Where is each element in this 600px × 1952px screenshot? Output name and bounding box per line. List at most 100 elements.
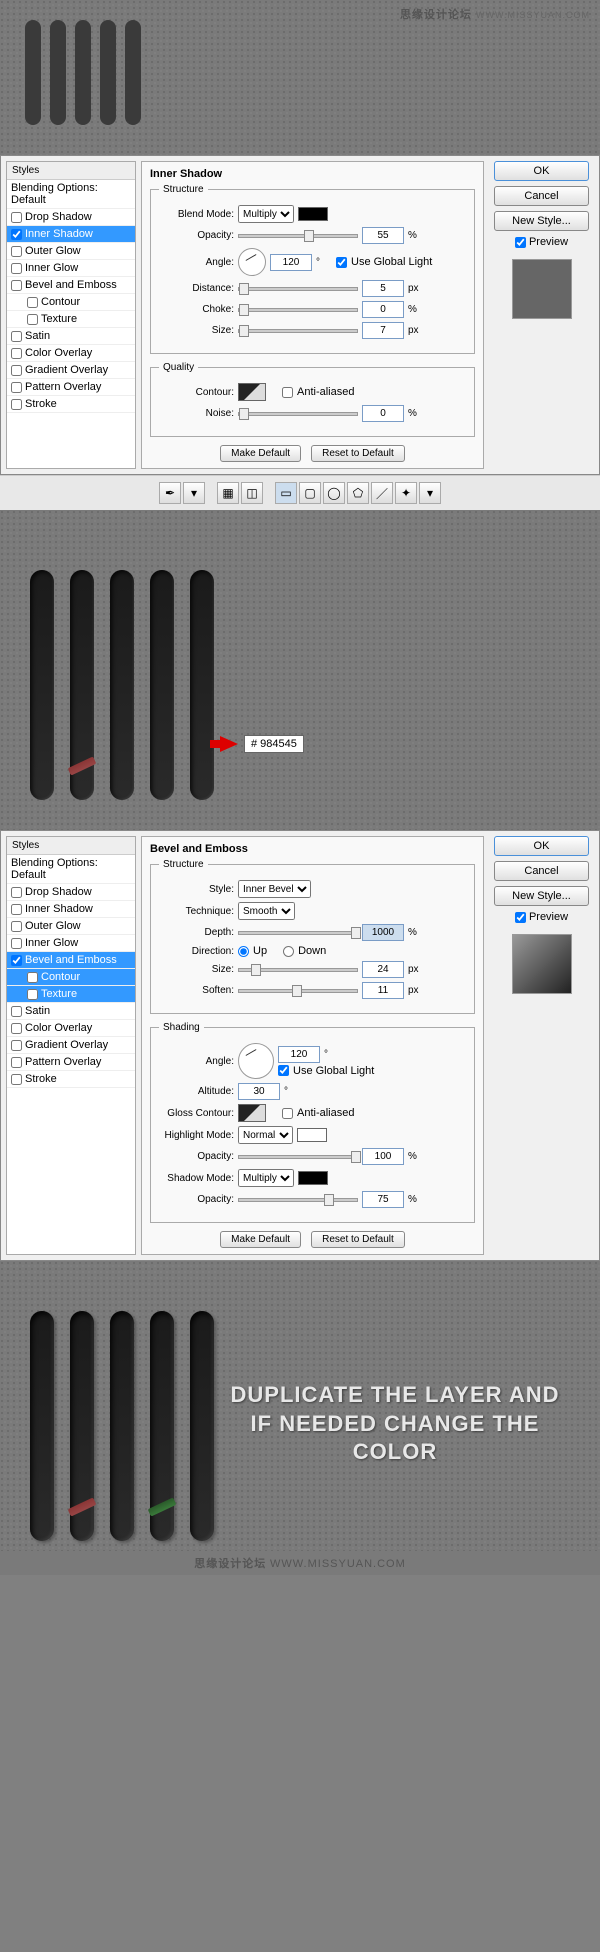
- global-light-check-2[interactable]: [278, 1065, 289, 1076]
- style-color-overlay-2[interactable]: Color Overlay: [7, 1020, 135, 1037]
- shading-angle-input[interactable]: [278, 1046, 320, 1063]
- choke-input[interactable]: [362, 301, 404, 318]
- shading-angle-dial[interactable]: [238, 1043, 274, 1079]
- satin-check[interactable]: [11, 331, 22, 342]
- gloss-antialiased-check[interactable]: [282, 1108, 293, 1119]
- bevel-style-select[interactable]: Inner Bevel: [238, 880, 311, 898]
- style-pattern-overlay[interactable]: Pattern Overlay: [7, 379, 135, 396]
- preview-check[interactable]: [515, 237, 526, 248]
- style-outer-glow[interactable]: Outer Glow: [7, 243, 135, 260]
- blending-options-2[interactable]: Blending Options: Default: [7, 855, 135, 884]
- style-contour-2[interactable]: Contour: [7, 969, 135, 986]
- pen-tool-icon[interactable]: ✒: [159, 482, 181, 504]
- shadow-mode-select[interactable]: Multiply: [238, 1169, 294, 1187]
- direction-down-radio[interactable]: [283, 946, 294, 957]
- highlight-color-swatch[interactable]: [297, 1128, 327, 1142]
- distance-slider[interactable]: [238, 287, 358, 291]
- style-texture[interactable]: Texture: [7, 311, 135, 328]
- drop-shadow-check[interactable]: [11, 212, 22, 223]
- ok-button-2[interactable]: OK: [494, 836, 589, 856]
- depth-slider[interactable]: [238, 931, 358, 935]
- shadow-opacity-slider[interactable]: [238, 1198, 358, 1202]
- size-input[interactable]: [362, 322, 404, 339]
- noise-input[interactable]: [362, 405, 404, 422]
- choke-slider[interactable]: [238, 308, 358, 312]
- cancel-button-2[interactable]: Cancel: [494, 861, 589, 881]
- style-stroke[interactable]: Stroke: [7, 396, 135, 413]
- technique-select[interactable]: Smooth: [238, 902, 295, 920]
- style-stroke-2[interactable]: Stroke: [7, 1071, 135, 1088]
- style-satin[interactable]: Satin: [7, 328, 135, 345]
- line-icon[interactable]: ／: [371, 482, 393, 504]
- contour-picker[interactable]: [238, 383, 266, 401]
- texture-check[interactable]: [27, 314, 38, 325]
- style-inner-glow[interactable]: Inner Glow: [7, 260, 135, 277]
- soften-slider[interactable]: [238, 989, 358, 993]
- stroke-check[interactable]: [11, 399, 22, 410]
- distance-input[interactable]: [362, 280, 404, 297]
- gloss-contour-picker[interactable]: [238, 1104, 266, 1122]
- style-color-overlay[interactable]: Color Overlay: [7, 345, 135, 362]
- custom-shape-icon[interactable]: ✦: [395, 482, 417, 504]
- rounded-rect-icon[interactable]: ▢: [299, 482, 321, 504]
- cancel-button[interactable]: Cancel: [494, 186, 589, 206]
- rectangle-icon[interactable]: ▭: [275, 482, 297, 504]
- new-style-button[interactable]: New Style...: [494, 211, 589, 231]
- shadow-color-swatch-2[interactable]: [298, 1171, 328, 1185]
- reset-default-button-2[interactable]: Reset to Default: [311, 1231, 405, 1248]
- global-light-check[interactable]: [336, 257, 347, 268]
- blend-mode-select[interactable]: Multiply: [238, 205, 294, 223]
- direction-up-radio[interactable]: [238, 946, 249, 957]
- paths-icon[interactable]: ◫: [241, 482, 263, 504]
- style-drop-shadow-2[interactable]: Drop Shadow: [7, 884, 135, 901]
- shadow-color-swatch[interactable]: [298, 207, 328, 221]
- style-inner-glow-2[interactable]: Inner Glow: [7, 935, 135, 952]
- blending-options[interactable]: Blending Options: Default: [7, 180, 135, 209]
- outer-glow-check[interactable]: [11, 246, 22, 257]
- altitude-input[interactable]: [238, 1083, 280, 1100]
- contour-check[interactable]: [27, 297, 38, 308]
- ok-button[interactable]: OK: [494, 161, 589, 181]
- style-outer-glow-2[interactable]: Outer Glow: [7, 918, 135, 935]
- style-inner-shadow[interactable]: Inner Shadow: [7, 226, 135, 243]
- bevel-check[interactable]: [11, 280, 22, 291]
- options-icon[interactable]: ▾: [419, 482, 441, 504]
- style-bevel-emboss[interactable]: Bevel and Emboss: [7, 277, 135, 294]
- style-satin-2[interactable]: Satin: [7, 1003, 135, 1020]
- highlight-opacity-slider[interactable]: [238, 1155, 358, 1159]
- style-drop-shadow[interactable]: Drop Shadow: [7, 209, 135, 226]
- soften-input[interactable]: [362, 982, 404, 999]
- make-default-button-2[interactable]: Make Default: [220, 1231, 301, 1248]
- antialiased-check[interactable]: [282, 387, 293, 398]
- freeform-pen-icon[interactable]: ▾: [183, 482, 205, 504]
- style-inner-shadow-2[interactable]: Inner Shadow: [7, 901, 135, 918]
- new-style-button-2[interactable]: New Style...: [494, 886, 589, 906]
- pattern-overlay-check[interactable]: [11, 382, 22, 393]
- preview-check-2[interactable]: [515, 912, 526, 923]
- depth-input[interactable]: [362, 924, 404, 941]
- style-contour[interactable]: Contour: [7, 294, 135, 311]
- make-default-button[interactable]: Make Default: [220, 445, 301, 462]
- style-bevel-emboss-2[interactable]: Bevel and Emboss: [7, 952, 135, 969]
- opacity-input[interactable]: [362, 227, 404, 244]
- color-overlay-check[interactable]: [11, 348, 22, 359]
- style-texture-2[interactable]: Texture: [7, 986, 135, 1003]
- highlight-mode-select[interactable]: Normal: [238, 1126, 293, 1144]
- inner-glow-check[interactable]: [11, 263, 22, 274]
- reset-default-button[interactable]: Reset to Default: [311, 445, 405, 462]
- ellipse-icon[interactable]: ◯: [323, 482, 345, 504]
- size-slider[interactable]: [238, 329, 358, 333]
- shadow-opacity-input[interactable]: [362, 1191, 404, 1208]
- highlight-opacity-input[interactable]: [362, 1148, 404, 1165]
- angle-dial[interactable]: [238, 248, 266, 276]
- style-pattern-overlay-2[interactable]: Pattern Overlay: [7, 1054, 135, 1071]
- shape-layers-icon[interactable]: ▦: [217, 482, 239, 504]
- inner-shadow-check[interactable]: [11, 229, 22, 240]
- style-gradient-overlay[interactable]: Gradient Overlay: [7, 362, 135, 379]
- polygon-icon[interactable]: ⬠: [347, 482, 369, 504]
- noise-slider[interactable]: [238, 412, 358, 416]
- angle-input[interactable]: [270, 254, 312, 271]
- gradient-overlay-check[interactable]: [11, 365, 22, 376]
- opacity-slider[interactable]: [238, 234, 358, 238]
- style-gradient-overlay-2[interactable]: Gradient Overlay: [7, 1037, 135, 1054]
